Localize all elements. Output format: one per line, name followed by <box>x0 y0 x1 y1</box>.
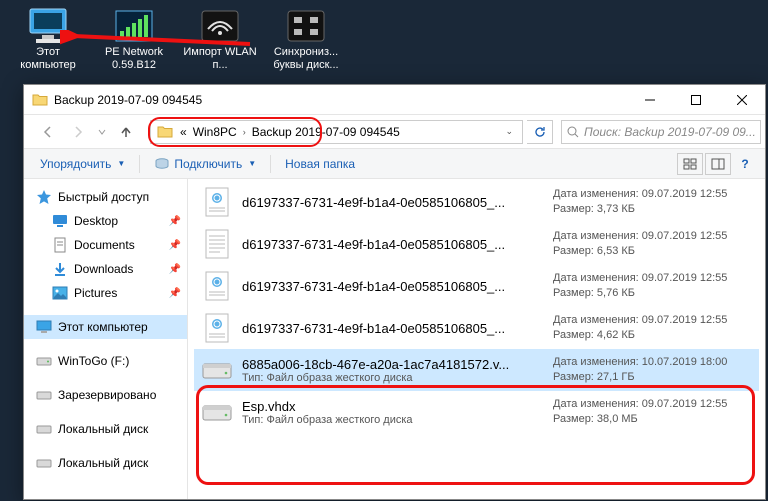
chevron-down-icon: ▼ <box>117 159 125 168</box>
folder-icon <box>157 124 173 140</box>
file-row[interactable]: d6197337-6731-4e9f-b1a4-0e0585106805_...… <box>194 181 759 223</box>
file-meta: Дата изменения: 09.07.2019 12:55 Размер:… <box>553 271 753 302</box>
file-meta: Дата изменения: 09.07.2019 12:55 Размер:… <box>553 229 753 260</box>
file-meta: Дата изменения: 10.07.2019 18:00 Размер:… <box>553 355 753 386</box>
refresh-button[interactable] <box>527 120 553 144</box>
address-bar[interactable]: « Win8PC › Backup 2019-07-09 094545 ⌄ <box>150 120 523 144</box>
nav-documents[interactable]: Documents📌 <box>24 233 187 257</box>
chevron-down-icon: ▼ <box>248 159 256 168</box>
pc-icon <box>36 319 52 335</box>
desktop-icon <box>52 213 68 229</box>
drive-icon <box>36 353 52 369</box>
file-name: d6197337-6731-4e9f-b1a4-0e0585106805_... <box>242 321 553 336</box>
doc-icon <box>52 237 68 253</box>
disk-icon <box>154 157 170 171</box>
sync-icon <box>282 6 330 46</box>
titlebar: Backup 2019-07-09 094545 <box>24 85 765 115</box>
history-dropdown[interactable] <box>94 119 110 145</box>
content-area: d6197337-6731-4e9f-b1a4-0e0585106805_...… <box>188 179 765 499</box>
disk-file-icon <box>200 353 234 387</box>
toolbar: Упорядочить▼ Подключить▼ Новая папка ? <box>24 149 765 179</box>
chevron-right-icon[interactable]: › <box>240 127 249 137</box>
view-buttons <box>677 153 731 175</box>
nav-arrows <box>28 119 146 145</box>
preview-pane-button[interactable] <box>705 153 731 175</box>
maximize-button[interactable] <box>673 85 719 115</box>
drive-icon <box>36 455 52 471</box>
pin-icon: 📌 <box>169 240 181 251</box>
navigation-pane: Быстрый доступ Desktop📌 Documents📌 Downl… <box>24 179 188 499</box>
forward-button[interactable] <box>64 119 92 145</box>
folder-icon <box>32 92 48 108</box>
newfolder-button[interactable]: Новая папка <box>277 153 363 175</box>
star-icon <box>36 189 52 205</box>
file-name: Esp.vhdx <box>242 399 553 414</box>
explorer-window: Backup 2019-07-09 094545 « Win8PC › Back… <box>23 84 766 500</box>
pin-icon: 📌 <box>169 264 181 275</box>
nav-downloads[interactable]: Downloads📌 <box>24 257 187 281</box>
view-tiles-button[interactable] <box>677 153 703 175</box>
nav-thispc[interactable]: Этот компьютер <box>24 315 187 339</box>
file-name: 6885a006-18cb-467e-a20a-1ac7a4181572.v..… <box>242 357 553 372</box>
xml-file-icon <box>200 185 234 219</box>
file-name: d6197337-6731-4e9f-b1a4-0e0585106805_... <box>242 237 553 252</box>
breadcrumb-seg[interactable]: Backup 2019-07-09 094545 <box>249 125 403 139</box>
file-meta: Дата изменения: 09.07.2019 12:55 Размер:… <box>553 187 753 218</box>
close-button[interactable] <box>719 85 765 115</box>
nav-drive[interactable]: Локальный диск <box>24 451 187 475</box>
file-row[interactable]: d6197337-6731-4e9f-b1a4-0e0585106805_...… <box>194 223 759 265</box>
help-button[interactable]: ? <box>733 153 757 175</box>
up-button[interactable] <box>112 119 140 145</box>
window-controls <box>627 85 765 115</box>
file-row[interactable]: d6197337-6731-4e9f-b1a4-0e0585106805_...… <box>194 307 759 349</box>
file-meta: Дата изменения: 09.07.2019 12:55 Размер:… <box>553 397 753 428</box>
file-name: d6197337-6731-4e9f-b1a4-0e0585106805_... <box>242 279 553 294</box>
pin-icon: 📌 <box>169 216 181 227</box>
connect-button[interactable]: Подключить▼ <box>146 153 264 175</box>
file-row[interactable]: d6197337-6731-4e9f-b1a4-0e0585106805_...… <box>194 265 759 307</box>
breadcrumb-seg[interactable]: Win8PC <box>190 125 240 139</box>
file-list: d6197337-6731-4e9f-b1a4-0e0585106805_...… <box>188 179 765 439</box>
window-title: Backup 2019-07-09 094545 <box>54 93 627 107</box>
pic-icon <box>52 285 68 301</box>
down-icon <box>52 261 68 277</box>
nav-drive[interactable]: WinToGo (F:) <box>24 349 187 373</box>
minimize-button[interactable] <box>627 85 673 115</box>
nav-pictures[interactable]: Pictures📌 <box>24 281 187 305</box>
back-button[interactable] <box>34 119 62 145</box>
chevron-down-icon[interactable]: ⌄ <box>502 126 516 137</box>
search-icon <box>566 125 580 139</box>
search-placeholder: Поиск: Backup 2019-07-09 09... <box>584 125 756 139</box>
desktop-icon-sync[interactable]: Синхрониз... буквы диск... <box>268 6 344 72</box>
nav-drive[interactable]: Локальный диск <box>24 417 187 441</box>
txt-file-icon <box>200 227 234 261</box>
nav-desktop[interactable]: Desktop📌 <box>24 209 187 233</box>
file-name: d6197337-6731-4e9f-b1a4-0e0585106805_... <box>242 195 553 210</box>
search-input[interactable]: Поиск: Backup 2019-07-09 09... <box>561 120 761 144</box>
drive-icon <box>36 387 52 403</box>
address-row: « Win8PC › Backup 2019-07-09 094545 ⌄ По… <box>24 115 765 149</box>
nav-drive[interactable]: Зарезервировано <box>24 383 187 407</box>
nav-quick-access[interactable]: Быстрый доступ <box>24 185 187 209</box>
annotation-arrow <box>60 30 260 60</box>
disk-file-icon <box>200 395 234 429</box>
xml-file-icon <box>200 269 234 303</box>
drive-icon <box>36 421 52 437</box>
pin-icon: 📌 <box>169 288 181 299</box>
file-row[interactable]: Esp.vhdx Тип: Файл образа жесткого диска… <box>194 391 759 433</box>
file-row[interactable]: 6885a006-18cb-467e-a20a-1ac7a4181572.v..… <box>194 349 759 391</box>
breadcrumb-prefix: « <box>177 125 190 139</box>
desktop-icon-label: Синхрониз... буквы диск... <box>268 46 344 72</box>
organize-button[interactable]: Упорядочить▼ <box>32 153 133 175</box>
file-meta: Дата изменения: 09.07.2019 12:55 Размер:… <box>553 313 753 344</box>
xml-file-icon <box>200 311 234 345</box>
